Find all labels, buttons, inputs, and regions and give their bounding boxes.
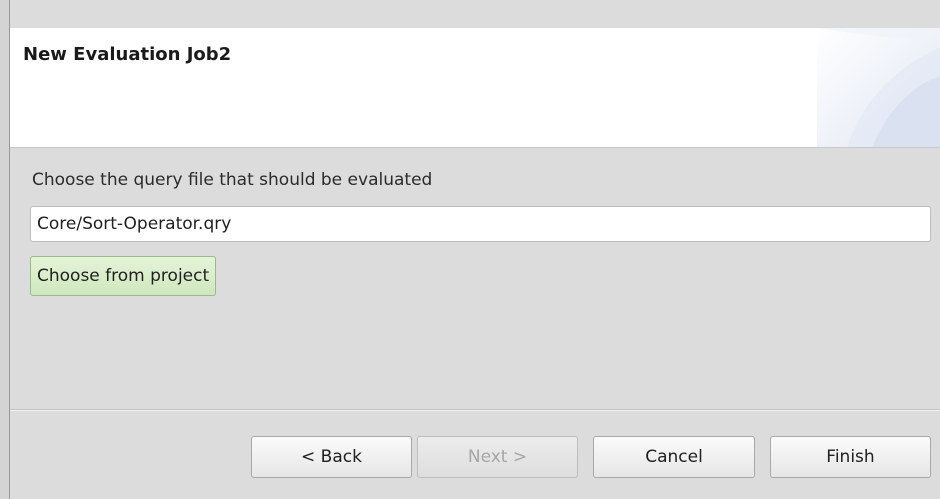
next-button[interactable]: Next > bbox=[417, 436, 578, 478]
wizard-dialog: New Evaluation Job2 Choose the query fil… bbox=[0, 0, 940, 499]
back-button[interactable]: < Back bbox=[251, 436, 412, 478]
choose-from-project-button[interactable]: Choose from project bbox=[30, 256, 217, 296]
button-bar-separator bbox=[10, 409, 940, 411]
window-left-border bbox=[0, 0, 10, 499]
wizard-title: New Evaluation Job2 bbox=[23, 44, 232, 65]
wizard-banner-graphic bbox=[817, 28, 940, 147]
top-strip bbox=[10, 0, 940, 28]
finish-button[interactable]: Finish bbox=[770, 436, 931, 478]
cancel-button[interactable]: Cancel bbox=[593, 436, 755, 478]
query-file-label: Choose the query file that should be eva… bbox=[32, 170, 433, 190]
query-file-input[interactable] bbox=[30, 206, 931, 242]
wizard-header: New Evaluation Job2 bbox=[10, 28, 940, 148]
